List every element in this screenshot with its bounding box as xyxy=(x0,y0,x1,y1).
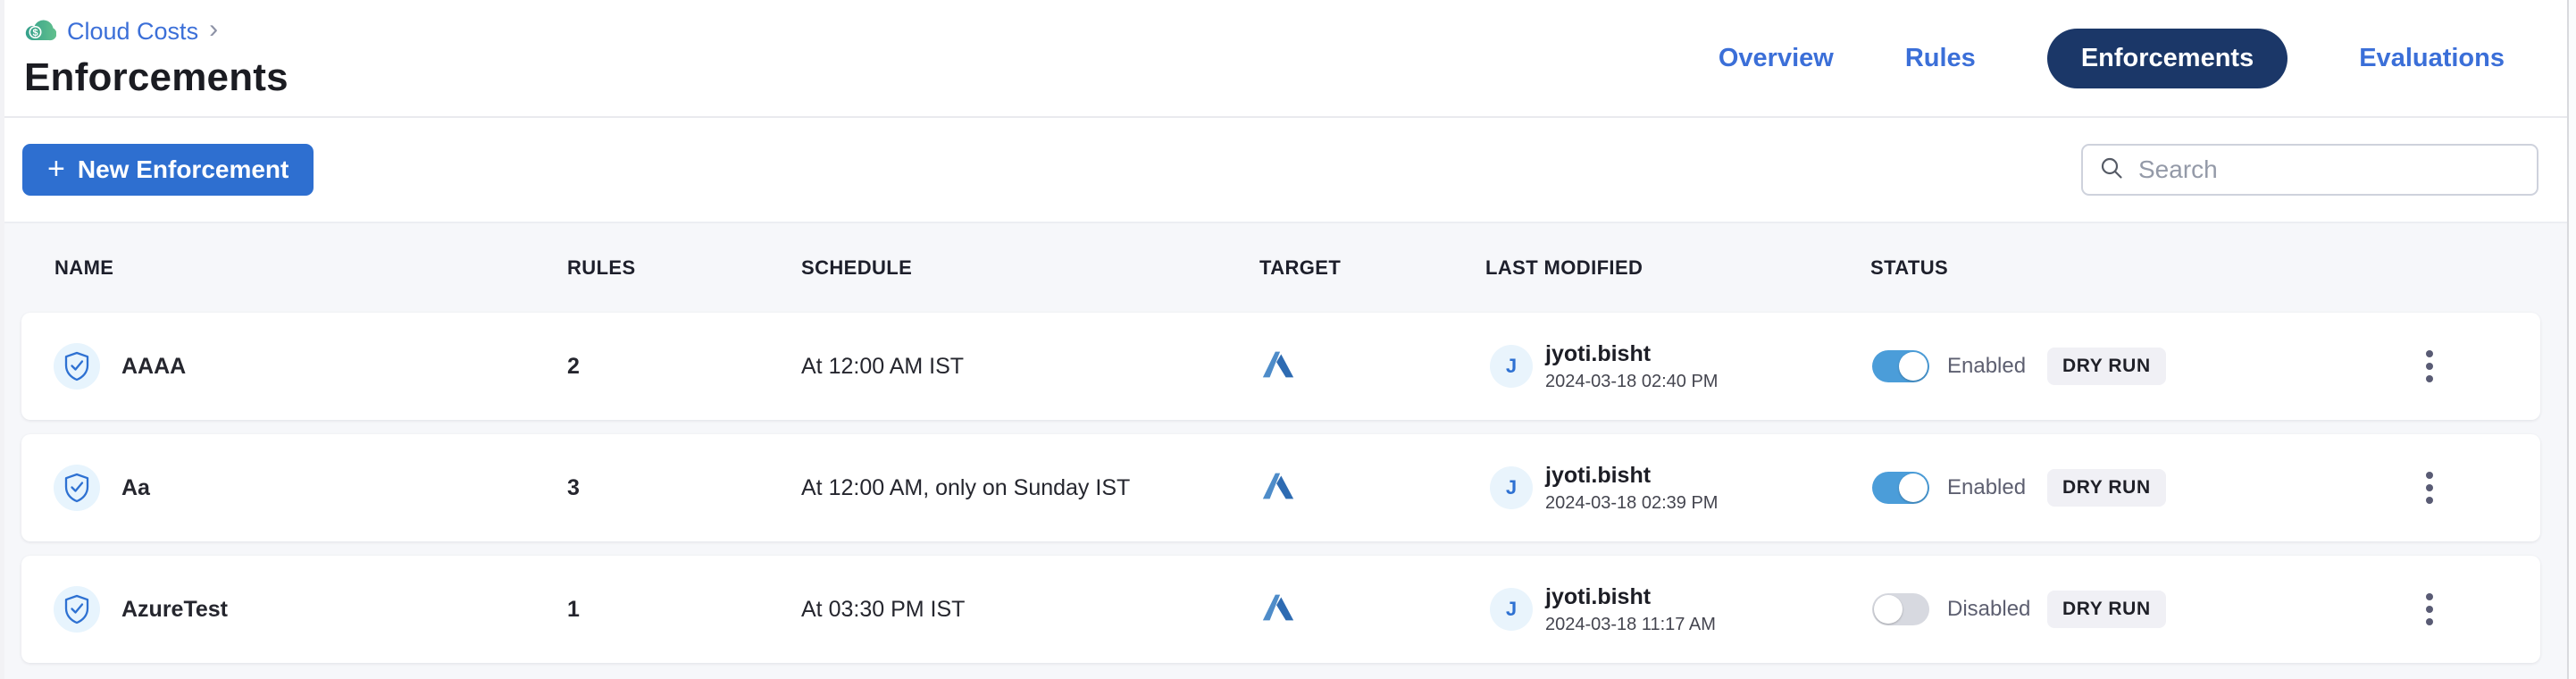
tab-overview[interactable]: Overview xyxy=(1719,44,1834,73)
rules-count: 1 xyxy=(567,597,801,623)
tab-rules[interactable]: Rules xyxy=(1905,44,1976,73)
table-row[interactable]: Aa 3 At 12:00 AM, only on Sunday IST J j… xyxy=(21,434,2540,541)
page-header: $ Cloud Costs › Enforcements Overview Ru… xyxy=(0,0,2576,118)
scrollbar-gutter[interactable] xyxy=(2567,0,2576,679)
column-header-schedule: SCHEDULE xyxy=(801,256,1259,280)
tab-bar: Overview Rules Enforcements Evaluations xyxy=(1719,29,2505,88)
tab-evaluations[interactable]: Evaluations xyxy=(2359,44,2505,73)
rules-count: 2 xyxy=(567,354,801,380)
status-toggle[interactable] xyxy=(1872,350,1929,382)
column-header-last-modified: LAST MODIFIED xyxy=(1485,256,1870,280)
column-header-target: TARGET xyxy=(1259,256,1485,280)
row-menu-kebab-icon[interactable] xyxy=(2422,472,2437,504)
status-label: Enabled xyxy=(1947,475,2047,500)
chevron-right-icon: › xyxy=(209,16,218,43)
avatar: J xyxy=(1490,345,1533,388)
azure-target-icon xyxy=(1259,346,1485,388)
enforcements-table: NAME RULES SCHEDULE TARGET LAST MODIFIED… xyxy=(0,223,2576,679)
schedule-text: At 12:00 AM IST xyxy=(801,354,1259,380)
azure-target-icon xyxy=(1259,467,1485,509)
left-edge xyxy=(0,0,4,679)
avatar: J xyxy=(1490,466,1533,509)
shield-check-icon xyxy=(54,343,100,390)
enforcement-name: Aa xyxy=(121,475,150,501)
toolbar: + New Enforcement xyxy=(0,118,2576,223)
schedule-text: At 12:00 AM, only on Sunday IST xyxy=(801,475,1259,501)
table-row[interactable]: AAAA 2 At 12:00 AM IST J jyoti.bisht 202… xyxy=(21,313,2540,420)
row-menu-kebab-icon[interactable] xyxy=(2422,350,2437,382)
table-header-row: NAME RULES SCHEDULE TARGET LAST MODIFIED… xyxy=(21,223,2540,313)
row-menu-kebab-icon[interactable] xyxy=(2422,593,2437,625)
column-header-rules: RULES xyxy=(567,256,801,280)
search-icon xyxy=(2099,155,2124,185)
status-label: Enabled xyxy=(1947,354,2047,379)
shield-check-icon xyxy=(54,465,100,511)
new-enforcement-label: New Enforcement xyxy=(78,155,289,184)
enforcement-name: AAAA xyxy=(121,354,186,380)
svg-text:$: $ xyxy=(32,28,38,38)
modified-by-user: jyoti.bisht xyxy=(1545,584,1716,610)
plus-icon: + xyxy=(47,154,65,184)
dry-run-badge: DRY RUN xyxy=(2047,348,2166,385)
modified-by-user: jyoti.bisht xyxy=(1545,341,1718,367)
dry-run-badge: DRY RUN xyxy=(2047,591,2166,628)
search-input[interactable] xyxy=(2138,155,2521,184)
shield-check-icon xyxy=(54,586,100,633)
tab-enforcements[interactable]: Enforcements xyxy=(2047,29,2287,88)
new-enforcement-button[interactable]: + New Enforcement xyxy=(22,144,314,196)
search-box[interactable] xyxy=(2081,144,2538,196)
status-label: Disabled xyxy=(1947,597,2047,622)
dry-run-badge: DRY RUN xyxy=(2047,469,2166,507)
schedule-text: At 03:30 PM IST xyxy=(801,597,1259,623)
modified-timestamp: 2024-03-18 02:39 PM xyxy=(1545,493,1718,514)
modified-by-user: jyoti.bisht xyxy=(1545,463,1718,489)
page-title: Enforcements xyxy=(24,55,289,100)
enforcement-name: AzureTest xyxy=(121,597,228,623)
rules-count: 3 xyxy=(567,475,801,501)
breadcrumb-cloud-costs[interactable]: Cloud Costs xyxy=(67,18,198,46)
modified-timestamp: 2024-03-18 02:40 PM xyxy=(1545,372,1718,392)
azure-target-icon xyxy=(1259,589,1485,631)
breadcrumb: $ Cloud Costs › xyxy=(24,17,289,46)
cloud-costs-icon: $ xyxy=(24,17,56,46)
status-toggle[interactable] xyxy=(1872,472,1929,504)
column-header-status: STATUS xyxy=(1870,256,2394,280)
modified-timestamp: 2024-03-18 11:17 AM xyxy=(1545,615,1716,635)
table-row[interactable]: AzureTest 1 At 03:30 PM IST J jyoti.bish… xyxy=(21,556,2540,663)
avatar: J xyxy=(1490,588,1533,631)
status-toggle[interactable] xyxy=(1872,593,1929,625)
column-header-name: NAME xyxy=(21,256,567,280)
